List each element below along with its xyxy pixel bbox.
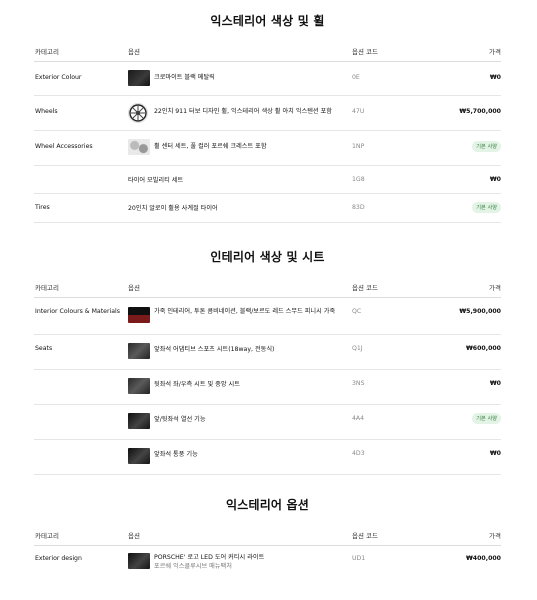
header-code: 옵션 코드: [352, 284, 378, 292]
table-row: 뒷좌석 좌/우측 시트 및 중앙 시트 3NS ₩0: [34, 370, 501, 405]
standard-badge: 기본 사양: [472, 202, 501, 213]
row-option: 휠 센터 세트, 풀 컬러 포르쉐 크레스트 포함: [154, 143, 267, 150]
row-option: 타이어 모빌리티 세트: [128, 177, 184, 184]
row-code: 4A4: [352, 415, 365, 422]
table-row: Wheels 22인치 911 터보 디자인 휠, 익스테리어 색상 휠 아치 …: [34, 96, 501, 131]
header-category: 카테고리: [35, 284, 59, 292]
header-category: 카테고리: [35, 48, 59, 56]
header-code: 옵션 코드: [352, 48, 378, 56]
row-option: 앞좌석 통풍 기능: [154, 451, 198, 458]
table-header: 카테고리 옵션 옵션 코드 가격: [34, 521, 501, 546]
row-category: Tires: [35, 204, 50, 211]
row-category: Exterior design: [35, 555, 82, 562]
row-option: 앞좌석 어댑티브 스포츠 시트(18way, 전동식): [154, 346, 275, 353]
header-category: 카테고리: [35, 532, 59, 540]
row-code: UD1: [352, 555, 366, 562]
row-price: ₩600,000: [465, 345, 501, 352]
header-option: 옵션: [128, 284, 140, 292]
row-option-title: PORSCHE' 로고 LED 도어 커티시 라이트: [154, 554, 265, 561]
row-option: 앞/뒷좌석 열선 기능: [154, 416, 206, 423]
row-category: Seats: [35, 345, 53, 352]
header-option: 옵션: [128, 532, 140, 540]
header-price: 가격: [489, 284, 501, 292]
wheel-icon-graphic: [129, 104, 147, 122]
row-code: 83D: [352, 204, 365, 211]
table-row: Tires 20인치 알로이 휠용 사계절 타이어 83D 기본 사양: [34, 194, 501, 223]
row-price: ₩400,000: [465, 555, 501, 562]
seat-ventilation-image: [128, 448, 150, 464]
section-interior-seats: 인테리어 색상 및 시트 카테고리 옵션 옵션 코드 가격 Interior C…: [34, 248, 501, 475]
section-title: 익스테리어 색상 및 휠: [210, 14, 325, 28]
standard-badge: 기본 사양: [472, 141, 501, 152]
seat-heating-image: [128, 413, 150, 429]
interior-swatch: [128, 307, 150, 323]
row-option: 22인치 911 터보 디자인 휠, 익스테리어 색상 휠 아치 익스텐션 포함: [154, 108, 332, 115]
rear-seat-image: [128, 378, 150, 394]
row-option: 크로마이트 블랙 메탈릭: [154, 74, 215, 81]
table-row: Seats 앞좌석 어댑티브 스포츠 시트(18way, 전동식) Q1J ₩6…: [34, 335, 501, 370]
row-category: Wheel Accessories: [35, 143, 93, 150]
row-code: 0E: [352, 74, 360, 81]
standard-badge: 기본 사양: [472, 413, 501, 424]
header-price: 가격: [489, 532, 501, 540]
row-option: 가죽 인테리어, 투톤 콤비네이션, 블랙/보르도 레드 스무드 피니시 가죽: [154, 308, 336, 315]
row-code: 1NP: [352, 143, 365, 150]
option-summary-page: 익스테리어 색상 및 휠 카테고리 옵션 옵션 코드 가격 Exterior C…: [0, 0, 537, 600]
row-code: 4D3: [352, 450, 365, 457]
row-category: Wheels: [35, 108, 58, 115]
wheel-accessories-image: [128, 139, 150, 155]
row-option: 20인치 알로이 휠용 사계절 타이어: [128, 205, 218, 212]
row-code: 1G8: [352, 176, 365, 183]
table-row: 앞좌석 통풍 기능 4D3 ₩0: [34, 440, 501, 475]
table-row: Wheel Accessories 휠 센터 세트, 풀 컬러 포르쉐 크레스트…: [34, 131, 501, 166]
row-price: ₩0: [489, 450, 501, 457]
row-category: Exterior Colour: [35, 74, 82, 81]
row-price: ₩0: [489, 74, 501, 81]
row-option: PORSCHE' 로고 LED 도어 커티시 라이트 포르쉐 익스클루시브 매뉴…: [154, 553, 264, 571]
table-row: Exterior design PORSCHE' 로고 LED 도어 커티시 라…: [34, 546, 501, 580]
row-category: Interior Colours & Materials: [35, 308, 120, 315]
black-paint-swatch: [128, 70, 150, 86]
row-price: ₩5,900,000: [459, 308, 501, 315]
row-code: QC: [352, 308, 362, 315]
table-row: 타이어 모빌리티 세트 1G8 ₩0: [34, 166, 501, 194]
row-option-subtitle: 포르쉐 익스클루시브 매뉴팩처: [154, 563, 232, 570]
table-row: Exterior Colour 크로마이트 블랙 메탈릭 0E ₩0: [34, 62, 501, 96]
table-header: 카테고리 옵션 옵션 코드 가격: [34, 273, 501, 298]
section-title: 인테리어 색상 및 시트: [210, 250, 325, 264]
header-option: 옵션: [128, 48, 140, 56]
section-exterior-colour-wheels: 익스테리어 색상 및 휠 카테고리 옵션 옵션 코드 가격 Exterior C…: [34, 12, 501, 223]
row-code: 3NS: [352, 380, 365, 387]
table-header: 카테고리 옵션 옵션 코드 가격: [34, 37, 501, 62]
row-option: 뒷좌석 좌/우측 시트 및 중앙 시트: [154, 381, 240, 388]
row-price: ₩0: [489, 380, 501, 387]
seat-image: [128, 343, 150, 359]
section-title: 익스테리어 옵션: [225, 498, 310, 512]
header-price: 가격: [489, 48, 501, 56]
table-row: 앞/뒷좌석 열선 기능 4A4 기본 사양: [34, 405, 501, 440]
row-code: Q1J: [352, 345, 363, 352]
wheel-icon: [128, 103, 148, 123]
row-code: 47U: [352, 108, 365, 115]
row-price: ₩5,700,000: [459, 108, 501, 115]
table-row: Interior Colours & Materials 가죽 인테리어, 투톤…: [34, 298, 501, 335]
header-code: 옵션 코드: [352, 532, 378, 540]
row-price: ₩0: [489, 176, 501, 183]
section-exterior-options: 익스테리어 옵션 카테고리 옵션 옵션 코드 가격 Exterior desig…: [34, 496, 501, 580]
door-light-image: [128, 553, 150, 569]
